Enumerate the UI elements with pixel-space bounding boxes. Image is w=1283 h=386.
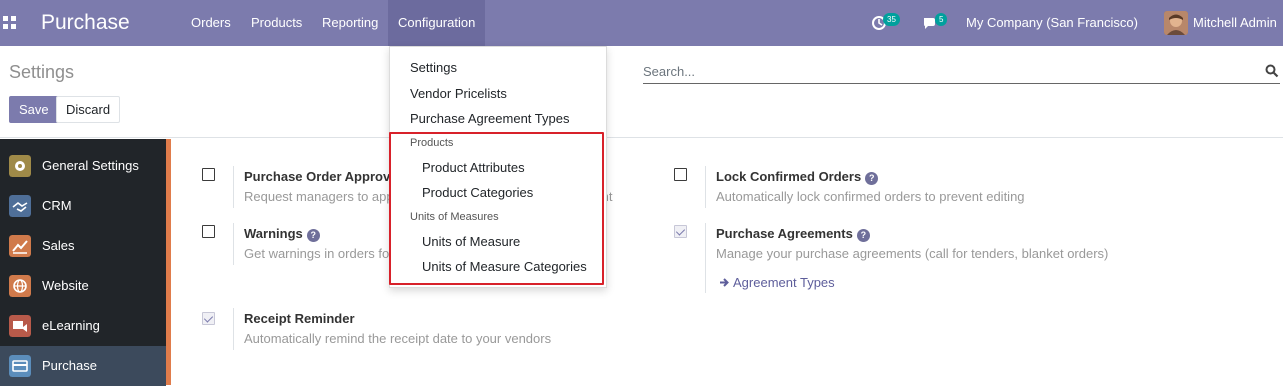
- agreements-title-text: Purchase Agreements: [716, 226, 853, 241]
- company-switcher[interactable]: My Company (San Francisco): [966, 0, 1138, 46]
- sidebar-item-website[interactable]: Website: [0, 266, 166, 306]
- configuration-dropdown: Settings Vendor Pricelists Purchase Agre…: [389, 46, 607, 288]
- lock-orders-checkbox[interactable]: [674, 168, 687, 181]
- po-approval-title: Purchase Order Approval: [244, 169, 402, 184]
- menu-orders[interactable]: Orders: [181, 0, 241, 46]
- avatar-portrait-icon: [1164, 11, 1188, 35]
- sidebar-item-crm[interactable]: CRM: [0, 186, 166, 226]
- user-avatar[interactable]: [1164, 11, 1188, 35]
- elearning-icon: [9, 315, 31, 337]
- receipt-reminder-title: Receipt Reminder: [244, 311, 355, 326]
- divider: [705, 166, 706, 208]
- help-icon[interactable]: ?: [865, 172, 879, 185]
- receipt-reminder-desc: Automatically remind the receipt date to…: [244, 331, 552, 346]
- globe-icon: [9, 275, 31, 297]
- lock-orders-title-text: Lock Confirmed Orders: [716, 169, 862, 184]
- help-icon[interactable]: ?: [306, 229, 320, 242]
- help-icon[interactable]: ?: [856, 229, 870, 242]
- menu-reporting[interactable]: Reporting: [312, 0, 388, 46]
- control-panel: Settings Save Discard: [0, 46, 1283, 138]
- discard-button[interactable]: Discard: [56, 96, 121, 123]
- search-icon[interactable]: [1265, 64, 1279, 78]
- sidebar-accent-bar: [166, 139, 171, 385]
- chart-icon: [9, 235, 31, 257]
- sidebar-item-label: Sales: [42, 238, 75, 253]
- warnings-title: Warnings?: [244, 226, 320, 242]
- sidebar-item-label: eLearning: [42, 318, 100, 333]
- agreement-types-link-text: Agreement Types: [733, 275, 835, 290]
- receipt-reminder-checkbox[interactable]: [202, 312, 215, 325]
- sidebar-item-label: Purchase: [42, 358, 97, 373]
- user-menu[interactable]: Mitchell Admin: [1193, 0, 1277, 46]
- settings-sidebar: General Settings CRM Sales Website eLear…: [0, 139, 166, 386]
- sidebar-item-label: Website: [42, 278, 89, 293]
- dropdown-item-uom-categories[interactable]: Units of Measure Categories: [422, 259, 587, 274]
- app-brand[interactable]: Purchase: [41, 11, 130, 35]
- divider: [233, 308, 234, 350]
- lock-orders-title: Lock Confirmed Orders?: [716, 169, 879, 185]
- dropdown-item-product-attributes[interactable]: Product Attributes: [422, 160, 525, 175]
- dropdown-item-units-of-measure[interactable]: Units of Measure: [422, 234, 520, 249]
- dropdown-item-vendor-pricelists[interactable]: Vendor Pricelists: [410, 86, 507, 101]
- dropdown-header-products: Products: [410, 137, 454, 149]
- message-count-badge: 5: [935, 13, 948, 26]
- divider: [233, 166, 234, 208]
- sidebar-item-sales[interactable]: Sales: [0, 226, 166, 266]
- search-bar: [643, 60, 1280, 84]
- sidebar-item-elearning[interactable]: eLearning: [0, 306, 166, 346]
- sidebar-item-purchase[interactable]: Purchase: [0, 346, 166, 386]
- dropdown-item-product-categories[interactable]: Product Categories: [422, 185, 533, 200]
- page-title: Settings: [9, 62, 75, 82]
- activity-count-badge: 35: [883, 13, 900, 26]
- agreement-types-link[interactable]: Agreement Types: [719, 275, 835, 290]
- top-navbar: Purchase Orders Products Reporting Confi…: [0, 0, 1283, 46]
- menu-configuration[interactable]: Configuration: [388, 0, 486, 46]
- menu-products[interactable]: Products: [241, 0, 312, 46]
- dropdown-header-uom: Units of Measures: [410, 211, 499, 223]
- handshake-icon: [9, 195, 31, 217]
- dropdown-item-settings[interactable]: Settings: [410, 60, 457, 75]
- warnings-checkbox[interactable]: [202, 225, 215, 238]
- gear-icon: [9, 155, 31, 177]
- save-button[interactable]: Save: [9, 96, 59, 123]
- po-approval-checkbox[interactable]: [202, 168, 215, 181]
- sidebar-item-general-settings[interactable]: General Settings: [0, 146, 166, 186]
- search-input[interactable]: [643, 60, 1253, 82]
- sidebar-item-label: CRM: [42, 198, 72, 213]
- card-icon: [9, 355, 31, 377]
- dropdown-item-purchase-agreement-types[interactable]: Purchase Agreement Types: [410, 111, 569, 126]
- apps-menu-icon[interactable]: [3, 16, 16, 29]
- arrow-right-icon: [720, 278, 729, 287]
- sidebar-item-label: General Settings: [42, 158, 139, 173]
- agreements-title: Purchase Agreements?: [716, 226, 870, 242]
- agreements-desc: Manage your purchase agreements (call fo…: [716, 246, 1109, 261]
- lock-orders-desc: Automatically lock confirmed orders to p…: [716, 189, 1025, 204]
- agreements-checkbox[interactable]: [674, 225, 687, 238]
- divider: [233, 223, 234, 265]
- warnings-title-text: Warnings: [244, 226, 303, 241]
- divider: [705, 223, 706, 293]
